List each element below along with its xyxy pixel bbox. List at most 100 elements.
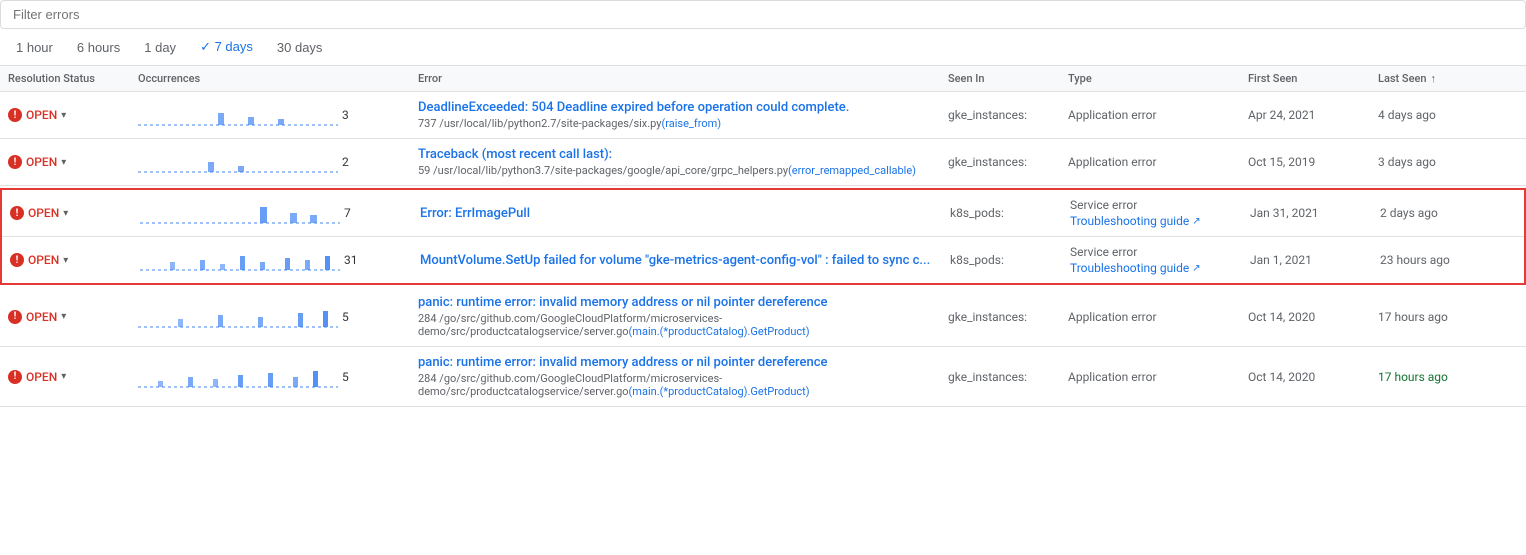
status-label: OPEN <box>28 206 59 220</box>
last-seen-date: 17 hours ago <box>1378 370 1448 384</box>
status-badge[interactable]: ! OPEN ▾ <box>10 253 124 267</box>
time-btn-1hour[interactable]: 1 hour <box>12 38 57 57</box>
table-row: ! OPEN ▾ 3 DeadlineExceeded: 504 Deadlin… <box>0 92 1526 139</box>
chevron-down-icon[interactable]: ▾ <box>63 255 68 266</box>
occurrences-count: 3 <box>342 108 361 122</box>
table-body: ! OPEN ▾ 3 DeadlineExceeded: 504 Deadlin… <box>0 92 1526 407</box>
time-btn-1day[interactable]: 1 day <box>140 38 180 57</box>
status-icon: ! <box>10 206 24 220</box>
last-seen-cell: 17 hours ago <box>1370 310 1490 324</box>
error-cell: DeadlineExceeded: 504 Deadline expired b… <box>410 100 940 130</box>
status-label: OPEN <box>26 108 57 122</box>
status-label: OPEN <box>26 155 57 169</box>
seen-in-text: k8s_pods: <box>950 253 1004 267</box>
troubleshooting-guide-link[interactable]: Troubleshooting guide ↗ <box>1070 214 1234 228</box>
first-seen-date: Apr 24, 2021 <box>1248 108 1315 122</box>
status-icon: ! <box>8 155 22 169</box>
status-icon: ! <box>8 108 22 122</box>
troubleshooting-guide-label: Troubleshooting guide <box>1070 261 1189 275</box>
chevron-down-icon[interactable]: ▾ <box>61 371 66 382</box>
type-cell: Application error <box>1060 310 1240 324</box>
first-seen-cell: Oct 14, 2020 <box>1240 310 1370 324</box>
first-seen-cell: Apr 24, 2021 <box>1240 108 1370 122</box>
seen-in-text: k8s_pods: <box>950 206 1004 220</box>
time-btn-30days[interactable]: 30 days <box>273 38 327 57</box>
error-title[interactable]: DeadlineExceeded: 504 Deadline expired b… <box>418 100 932 115</box>
type-cell: Application error <box>1060 155 1240 169</box>
filter-bar <box>0 0 1526 29</box>
status-label: OPEN <box>28 253 59 267</box>
occurrences-cell: 2 <box>130 148 410 176</box>
last-seen-date: 23 hours ago <box>1380 253 1450 267</box>
error-title[interactable]: panic: runtime error: invalid memory add… <box>418 355 932 370</box>
seen-in-cell: k8s_pods: <box>942 253 1062 267</box>
status-cell: ! OPEN ▾ <box>2 253 132 267</box>
type-text: Application error <box>1068 370 1157 384</box>
seen-in-cell: gke_instances: <box>940 370 1060 384</box>
status-badge[interactable]: ! OPEN ▾ <box>10 206 124 220</box>
type-cell: Application error <box>1060 370 1240 384</box>
last-seen-date: 3 days ago <box>1378 155 1436 169</box>
seen-in-text: gke_instances: <box>948 370 1027 384</box>
error-title[interactable]: Error: ErrImagePull <box>420 206 934 221</box>
time-btn-6hours[interactable]: 6 hours <box>73 38 124 57</box>
error-title[interactable]: MountVolume.SetUp failed for volume "gke… <box>420 253 934 268</box>
first-seen-date: Oct 15, 2019 <box>1248 155 1315 169</box>
error-cell: panic: runtime error: invalid memory add… <box>410 295 940 338</box>
seen-in-cell: k8s_pods: <box>942 206 1062 220</box>
error-highlight: (main.(*productCatalog).GetProduct) <box>629 385 810 398</box>
sparkline-chart <box>138 303 338 331</box>
status-badge[interactable]: ! OPEN ▾ <box>8 370 122 384</box>
type-text: Application error <box>1068 310 1157 324</box>
filter-input[interactable] <box>0 0 1526 29</box>
status-cell: ! OPEN ▾ <box>0 370 130 384</box>
last-seen-date: 4 days ago <box>1378 108 1436 122</box>
first-seen-cell: Jan 31, 2021 <box>1242 206 1372 220</box>
sparkline-chart <box>138 363 338 391</box>
type-text: Application error <box>1068 108 1157 122</box>
type-cell: Service error Troubleshooting guide ↗ <box>1062 245 1242 275</box>
chevron-down-icon[interactable]: ▾ <box>61 157 66 168</box>
occurrences-count: 5 <box>342 370 361 384</box>
error-title[interactable]: Traceback (most recent call last): <box>418 147 932 162</box>
col-last-seen: Last Seen ↑ <box>1370 72 1490 85</box>
col-first-seen: First Seen <box>1240 72 1370 85</box>
status-badge[interactable]: ! OPEN ▾ <box>8 310 122 324</box>
last-seen-date: 2 days ago <box>1380 206 1438 220</box>
external-link-icon: ↗ <box>1192 263 1200 274</box>
error-highlight: (raise_from) <box>661 117 721 130</box>
occurrences-count: 5 <box>342 310 361 324</box>
time-btn-7days[interactable]: 7 days <box>196 37 257 57</box>
sparkline-chart <box>138 148 338 176</box>
table-row: ! OPEN ▾ 7 Error: ErrImagePull k8s_pods: <box>2 190 1524 237</box>
last-seen-cell: 17 hours ago <box>1370 370 1490 384</box>
error-highlight: (error_remapped_callable) <box>788 164 916 177</box>
table-row: ! OPEN ▾ 5 panic: runtime error: invalid… <box>0 287 1526 347</box>
table-row: ! OPEN ▾ 5 panic: runtime error: invalid… <box>0 347 1526 407</box>
seen-in-text: gke_instances: <box>948 155 1027 169</box>
chevron-down-icon[interactable]: ▾ <box>61 110 66 121</box>
first-seen-date: Jan 31, 2021 <box>1250 206 1319 220</box>
first-seen-cell: Oct 14, 2020 <box>1240 370 1370 384</box>
seen-in-cell: gke_instances: <box>940 310 1060 324</box>
sparkline-chart <box>138 101 338 129</box>
status-badge[interactable]: ! OPEN ▾ <box>8 108 122 122</box>
troubleshooting-guide-link[interactable]: Troubleshooting guide ↗ <box>1070 261 1234 275</box>
last-seen-cell: 4 days ago <box>1370 108 1490 122</box>
error-title[interactable]: panic: runtime error: invalid memory add… <box>418 295 932 310</box>
seen-in-text: gke_instances: <box>948 310 1027 324</box>
type-cell: Service error Troubleshooting guide ↗ <box>1062 198 1242 228</box>
type-text: Service error <box>1070 198 1137 212</box>
error-subtitle: 284 /go/src/github.com/GoogleCloudPlatfo… <box>418 372 932 398</box>
chevron-down-icon[interactable]: ▾ <box>63 208 68 219</box>
error-cell: Error: ErrImagePull <box>412 206 942 221</box>
col-seen-in: Seen In <box>940 72 1060 85</box>
first-seen-date: Jan 1, 2021 <box>1250 253 1312 267</box>
seen-in-cell: gke_instances: <box>940 155 1060 169</box>
table-row: ! OPEN ▾ 31 <box>2 237 1524 283</box>
occurrences-cell: 5 <box>130 303 410 331</box>
status-badge[interactable]: ! OPEN ▾ <box>8 155 122 169</box>
col-occurrences: Occurrences <box>130 72 410 85</box>
type-text: Service error <box>1070 245 1137 259</box>
chevron-down-icon[interactable]: ▾ <box>61 311 66 322</box>
